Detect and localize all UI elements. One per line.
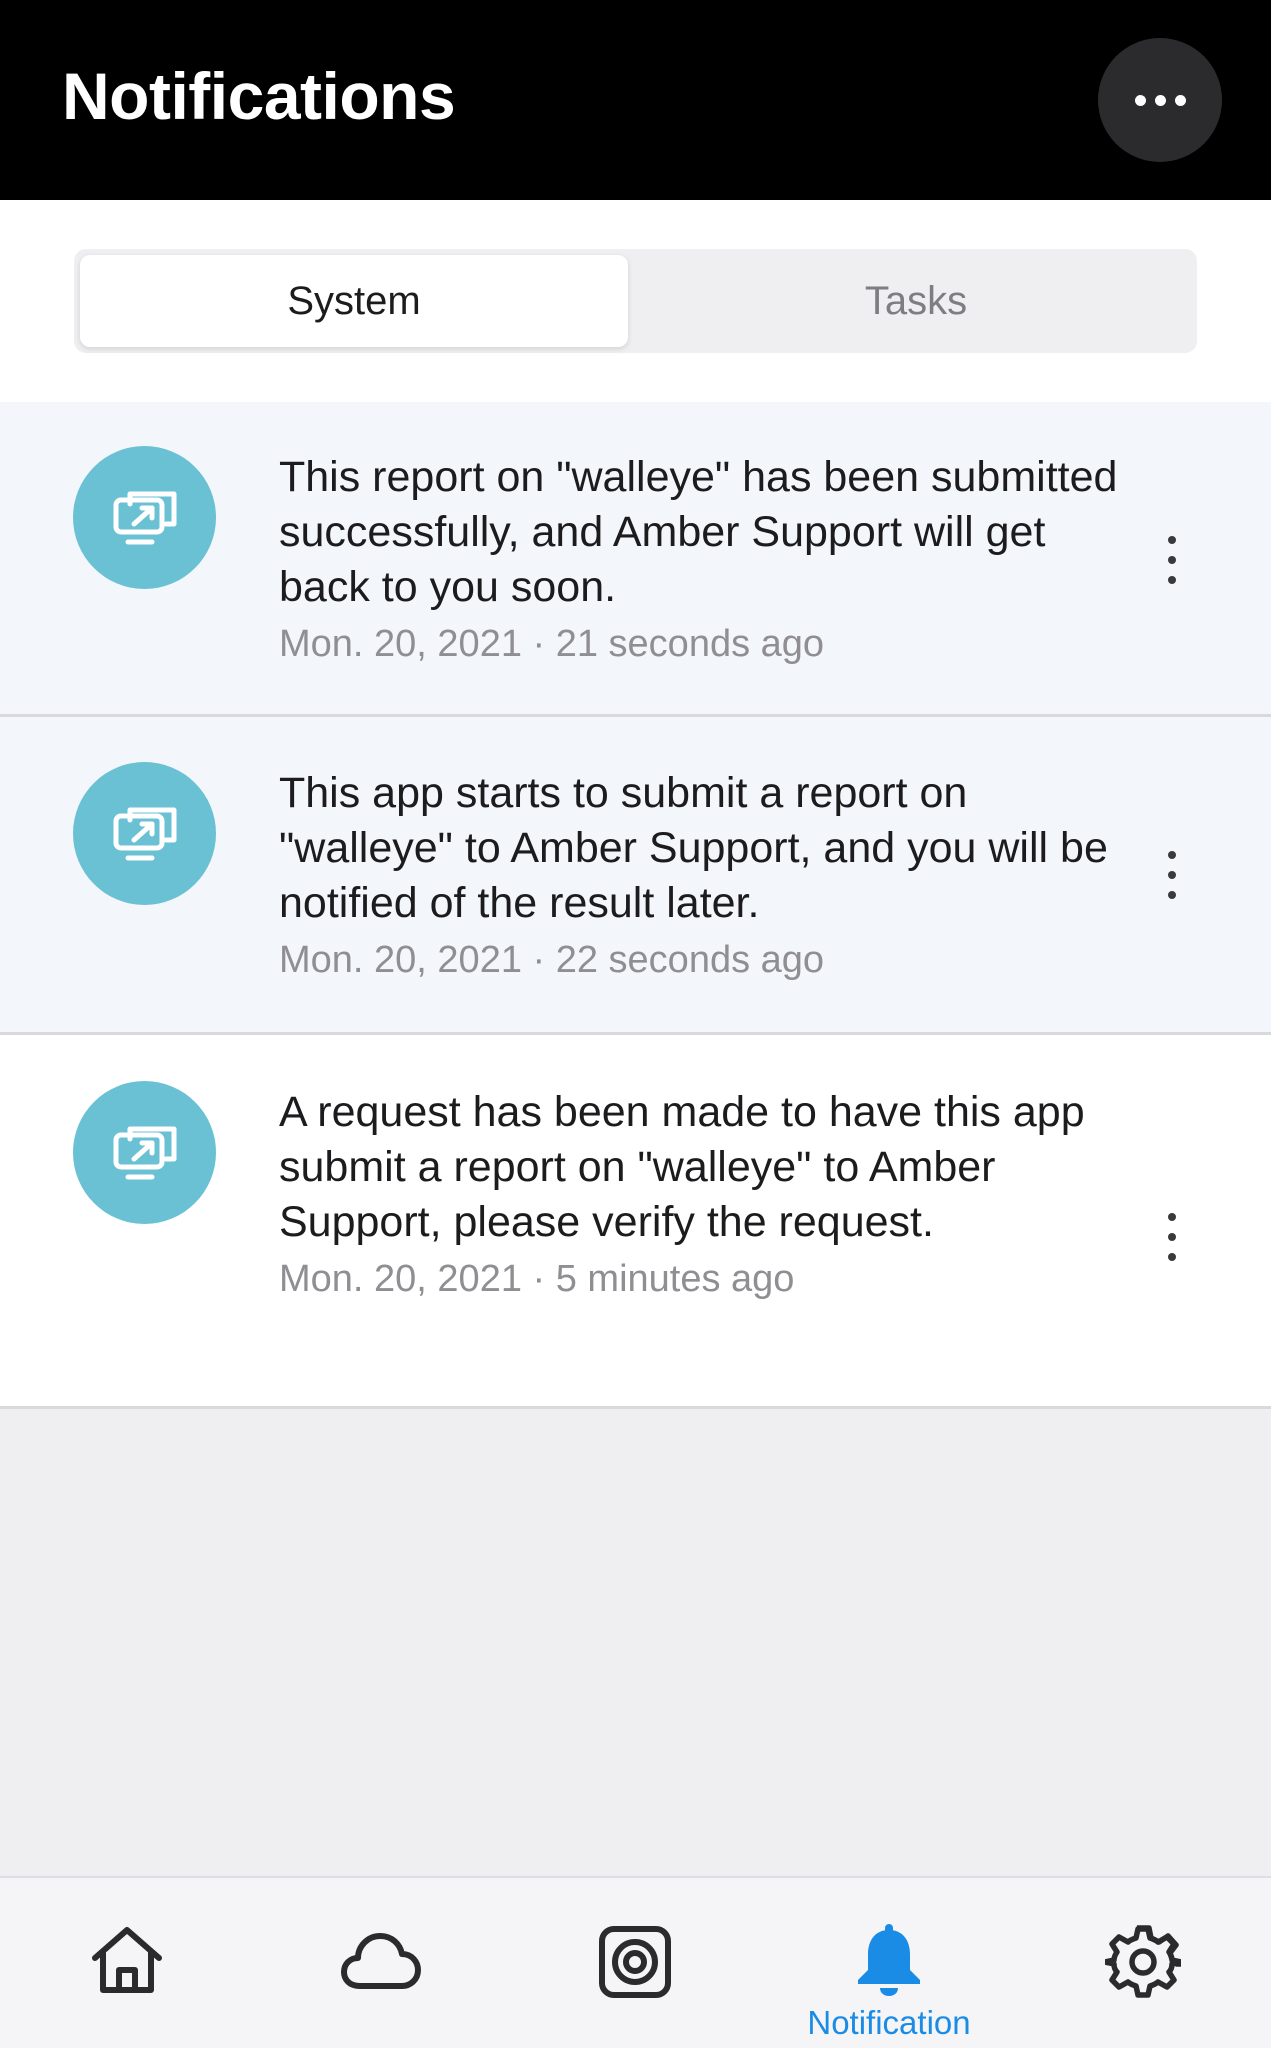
notification-body: A request has been made to have this app… (279, 1085, 1139, 1304)
notification-text: This app starts to submit a report on "w… (279, 769, 1108, 927)
notification-item[interactable]: A request has been made to have this app… (0, 1035, 1271, 1409)
notifications-screen: Notifications System Tasks This report o… (0, 0, 1271, 2048)
header: Notifications (0, 0, 1271, 200)
remote-screen-icon (73, 762, 216, 905)
more-dot (1154, 94, 1166, 106)
gear-icon (1105, 1925, 1181, 1998)
bell-icon (858, 1924, 920, 1996)
tabbar-item-home[interactable] (0, 1878, 254, 2048)
more-horizontal-icon (1134, 94, 1146, 106)
target-square-icon (599, 1926, 671, 1998)
remote-screen-icon (73, 446, 216, 589)
remote-screen-icon (73, 1081, 216, 1224)
tabbar-item-settings[interactable] (1016, 1878, 1270, 2048)
tabbar-item-notification[interactable]: Notification (762, 1878, 1016, 2048)
more-dot (1174, 94, 1186, 106)
cloud-icon (341, 1933, 421, 1989)
notification-timestamp: Mon. 20, 2021 · 22 seconds ago (279, 939, 825, 981)
tabs-area: System Tasks (0, 200, 1271, 402)
home-icon (92, 1927, 162, 1993)
bottom-tab-bar: Notification (0, 1876, 1271, 2048)
notification-text: This report on "walleye" has been submit… (279, 453, 1118, 611)
notification-item[interactable]: This app starts to submit a report on "w… (0, 717, 1271, 1035)
page-title: Notifications (62, 59, 456, 133)
tab-system[interactable]: System (80, 255, 628, 347)
more-vertical-icon[interactable] (1158, 1207, 1186, 1267)
segmented-control: System Tasks (74, 249, 1197, 353)
notification-body: This app starts to submit a report on "w… (279, 766, 1139, 985)
tabbar-item-cloud[interactable] (254, 1878, 508, 2048)
tab-tasks[interactable]: Tasks (642, 255, 1190, 347)
tabbar-item-target[interactable] (508, 1878, 762, 2048)
more-vertical-icon[interactable] (1158, 845, 1186, 905)
more-vertical-icon[interactable] (1158, 530, 1186, 590)
notification-item[interactable]: This report on "walleye" has been submit… (0, 402, 1271, 717)
notification-body: This report on "walleye" has been submit… (279, 450, 1139, 669)
notification-timestamp: Mon. 20, 2021 · 5 minutes ago (279, 1258, 795, 1300)
more-button[interactable] (1098, 38, 1222, 162)
tabbar-label-notification: Notification (807, 2004, 971, 2041)
notification-list: This report on "walleye" has been submit… (0, 402, 1271, 1409)
notification-timestamp: Mon. 20, 2021 · 21 seconds ago (279, 623, 825, 665)
notification-text: A request has been made to have this app… (279, 1088, 1085, 1246)
